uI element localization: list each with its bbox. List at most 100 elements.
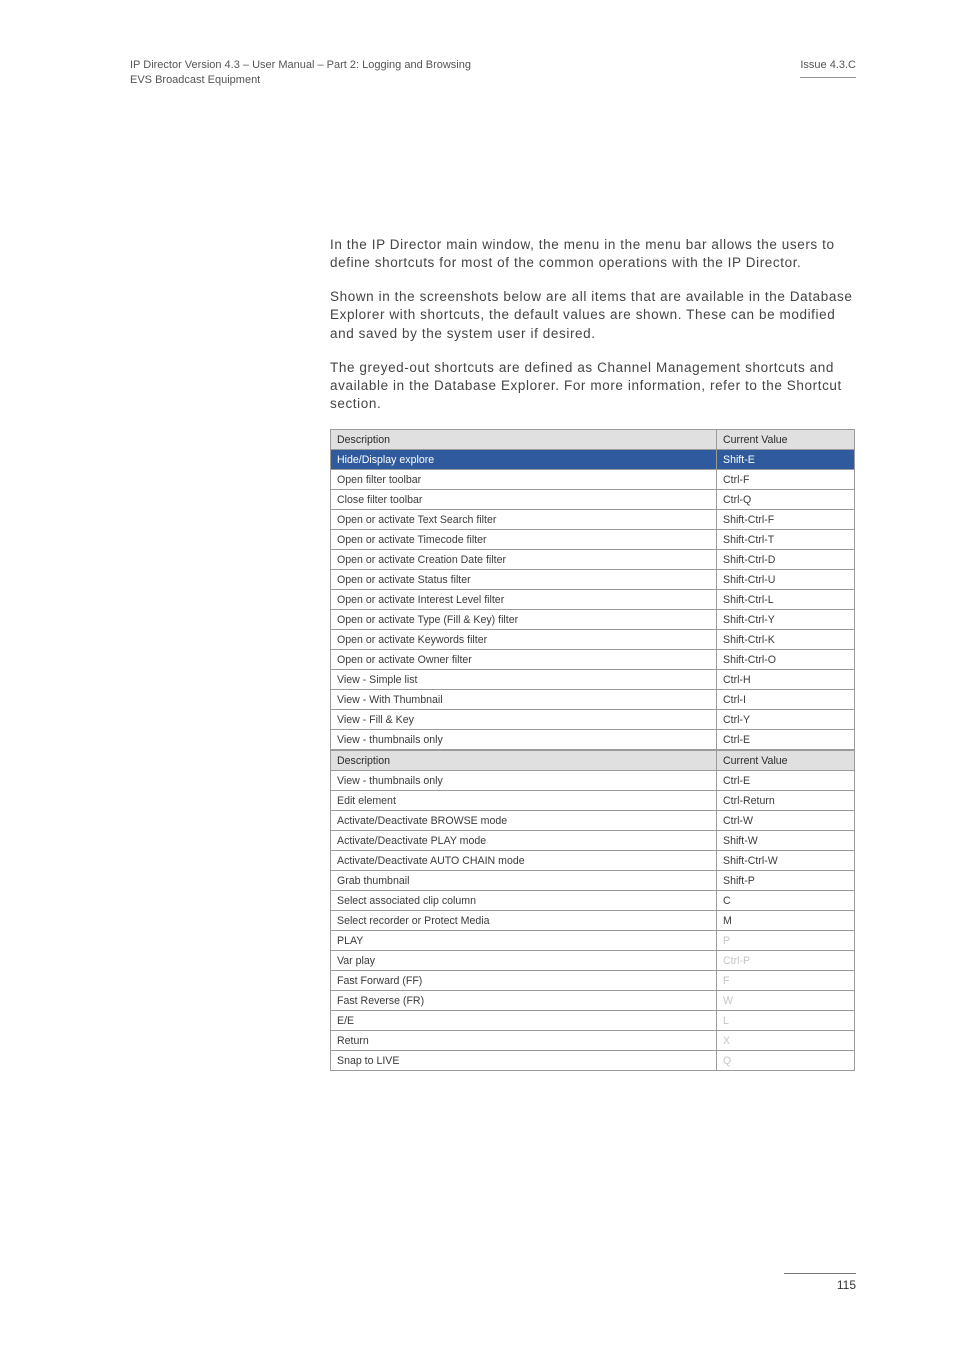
table-row[interactable]: Hide/Display exploreShift-E [331, 450, 855, 470]
row-current-value: Shift-Ctrl-L [717, 590, 855, 610]
row-current-value: Ctrl-Y [717, 710, 855, 730]
row-description: View - With Thumbnail [331, 690, 717, 710]
content-area: In the IP Director main window, the menu… [330, 236, 854, 1072]
row-current-value: Shift-Ctrl-U [717, 570, 855, 590]
row-description: Edit element [331, 791, 717, 811]
intro-para-1a: In the IP Director main window, the menu [330, 237, 600, 252]
table-row[interactable]: Var playCtrl-P [331, 951, 855, 971]
table-row[interactable]: Open or activate Status filterShift-Ctrl… [331, 570, 855, 590]
row-current-value: Ctrl-I [717, 690, 855, 710]
row-current-value: Shift-Ctrl-W [717, 851, 855, 871]
table-row[interactable]: View - Fill & KeyCtrl-Y [331, 710, 855, 730]
table-row[interactable]: E/EL [331, 1011, 855, 1031]
table-row[interactable]: Select recorder or Protect MediaM [331, 911, 855, 931]
table-row[interactable]: View - thumbnails onlyCtrl-E [331, 730, 855, 750]
row-description: Fast Forward (FF) [331, 971, 717, 991]
table-row[interactable]: Open or activate Owner filterShift-Ctrl-… [331, 650, 855, 670]
row-description: Activate/Deactivate AUTO CHAIN mode [331, 851, 717, 871]
footer-rule [784, 1273, 856, 1274]
table-row[interactable]: Open filter toolbarCtrl-F [331, 470, 855, 490]
row-current-value: Shift-P [717, 871, 855, 891]
table-row[interactable]: Grab thumbnailShift-P [331, 871, 855, 891]
intro-para-3: The greyed-out shortcuts are defined as … [330, 359, 854, 414]
row-current-value: Shift-Ctrl-T [717, 530, 855, 550]
table-row[interactable]: Open or activate Type (Fill & Key) filte… [331, 610, 855, 630]
row-description: Snap to LIVE [331, 1051, 717, 1071]
table-row[interactable]: Fast Forward (FF)F [331, 971, 855, 991]
row-description: View - thumbnails only [331, 771, 717, 791]
table-row[interactable]: Select associated clip columnC [331, 891, 855, 911]
row-current-value: Ctrl-F [717, 470, 855, 490]
header-current-value: Current Value [717, 751, 855, 771]
row-description: Activate/Deactivate PLAY mode [331, 831, 717, 851]
row-current-value: P [717, 931, 855, 951]
row-description: View - Fill & Key [331, 710, 717, 730]
row-description: View - thumbnails only [331, 730, 717, 750]
row-description: Var play [331, 951, 717, 971]
shortcuts-table-2: DescriptionCurrent ValueView - thumbnail… [330, 750, 855, 1071]
header-rule [800, 77, 856, 78]
row-description: Select associated clip column [331, 891, 717, 911]
header-left: IP Director Version 4.3 – User Manual – … [130, 58, 471, 88]
row-current-value: Ctrl-W [717, 811, 855, 831]
table-row[interactable]: Open or activate Timecode filterShift-Ct… [331, 530, 855, 550]
row-current-value: Shift-Ctrl-O [717, 650, 855, 670]
row-description: Open or activate Interest Level filter [331, 590, 717, 610]
table-row[interactable]: ReturnX [331, 1031, 855, 1051]
row-current-value: Shift-Ctrl-F [717, 510, 855, 530]
table-header-row: DescriptionCurrent Value [331, 430, 855, 450]
row-current-value: L [717, 1011, 855, 1031]
page-footer: 115 [784, 1273, 856, 1292]
row-description: Fast Reverse (FR) [331, 991, 717, 1011]
table-row[interactable]: Open or activate Text Search filterShift… [331, 510, 855, 530]
doc-title-line1: IP Director Version 4.3 – User Manual – … [130, 58, 471, 73]
table-row[interactable]: Snap to LIVEQ [331, 1051, 855, 1071]
table-row[interactable]: View - Simple listCtrl-H [331, 670, 855, 690]
row-description: Open or activate Creation Date filter [331, 550, 717, 570]
row-current-value: Ctrl-H [717, 670, 855, 690]
table-row[interactable]: Close filter toolbarCtrl-Q [331, 490, 855, 510]
tables-wrap: DescriptionCurrent ValueHide/Display exp… [330, 429, 854, 1071]
row-current-value: C [717, 891, 855, 911]
page-number: 115 [784, 1278, 856, 1292]
intro-para-2: Shown in the screenshots below are all i… [330, 288, 854, 343]
row-current-value: M [717, 911, 855, 931]
table-row[interactable]: PLAYP [331, 931, 855, 951]
table-row[interactable]: Activate/Deactivate PLAY modeShift-W [331, 831, 855, 851]
table-row[interactable]: View - With ThumbnailCtrl-I [331, 690, 855, 710]
row-current-value: X [717, 1031, 855, 1051]
header-current-value: Current Value [717, 430, 855, 450]
issue-label: Issue 4.3.C [800, 58, 856, 73]
table-row[interactable]: Open or activate Keywords filterShift-Ct… [331, 630, 855, 650]
row-description: E/E [331, 1011, 717, 1031]
row-current-value: W [717, 991, 855, 1011]
row-description: Activate/Deactivate BROWSE mode [331, 811, 717, 831]
row-description: View - Simple list [331, 670, 717, 690]
table-row[interactable]: Fast Reverse (FR)W [331, 991, 855, 1011]
row-current-value: Ctrl-Q [717, 490, 855, 510]
table-row[interactable]: Edit elementCtrl-Return [331, 791, 855, 811]
row-current-value: Shift-W [717, 831, 855, 851]
row-description: Open or activate Keywords filter [331, 630, 717, 650]
row-description: Select recorder or Protect Media [331, 911, 717, 931]
header-description: Description [331, 751, 717, 771]
table-row[interactable]: Activate/Deactivate AUTO CHAIN modeShift… [331, 851, 855, 871]
row-current-value: Shift-Ctrl-D [717, 550, 855, 570]
row-current-value: Shift-E [717, 450, 855, 470]
shortcuts-table-1: DescriptionCurrent ValueHide/Display exp… [330, 429, 855, 750]
table-row[interactable]: Open or activate Interest Level filterSh… [331, 590, 855, 610]
doc-title-line2: EVS Broadcast Equipment [130, 73, 471, 88]
row-description: Open or activate Text Search filter [331, 510, 717, 530]
row-description: Open or activate Type (Fill & Key) filte… [331, 610, 717, 630]
row-current-value: Ctrl-E [717, 771, 855, 791]
table-row[interactable]: Open or activate Creation Date filterShi… [331, 550, 855, 570]
row-description: Open or activate Status filter [331, 570, 717, 590]
table-row[interactable]: Activate/Deactivate BROWSE modeCtrl-W [331, 811, 855, 831]
row-current-value: Ctrl-E [717, 730, 855, 750]
table-header-row: DescriptionCurrent Value [331, 751, 855, 771]
row-description: Open filter toolbar [331, 470, 717, 490]
row-current-value: Shift-Ctrl-Y [717, 610, 855, 630]
table-row[interactable]: View - thumbnails onlyCtrl-E [331, 771, 855, 791]
row-current-value: F [717, 971, 855, 991]
row-current-value: Shift-Ctrl-K [717, 630, 855, 650]
